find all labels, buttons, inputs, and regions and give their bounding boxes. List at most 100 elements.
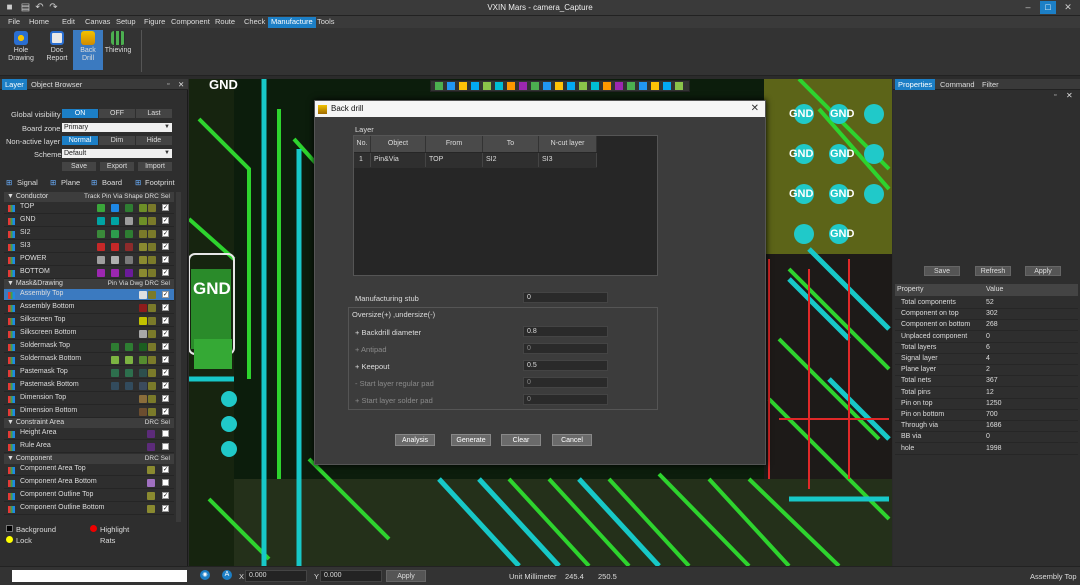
layer-select-checkbox[interactable]: ✓ bbox=[162, 330, 169, 338]
drc-color[interactable] bbox=[148, 317, 156, 326]
layer-row-soldermask-bottom[interactable]: Soldermask Bottom ✓ bbox=[4, 354, 174, 366]
layer-element-color[interactable] bbox=[125, 368, 133, 377]
layer-select-checkbox[interactable]: ✓ bbox=[162, 291, 169, 299]
category-plane[interactable]: Plane bbox=[61, 178, 80, 187]
layer-row-assembly-top[interactable]: Assembly Top ✓ bbox=[4, 289, 174, 302]
component-group-header[interactable]: ▼ Component DRC Sel bbox=[4, 454, 174, 465]
layer-color-icon[interactable] bbox=[8, 256, 15, 264]
layer-row-silkscreen-bottom[interactable]: Silkscreen Bottom ✓ bbox=[4, 328, 174, 341]
tool-icon[interactable] bbox=[675, 82, 683, 90]
layer-element-color[interactable] bbox=[139, 394, 147, 403]
layer-element-color[interactable] bbox=[97, 255, 105, 264]
layer-row-power[interactable]: POWER ✓ bbox=[4, 254, 174, 266]
tab-properties[interactable]: Properties bbox=[895, 79, 936, 90]
visibility-off[interactable]: OFF bbox=[99, 109, 135, 118]
drc-color[interactable] bbox=[148, 330, 156, 339]
tool-icon[interactable] bbox=[663, 82, 671, 90]
menu-setup[interactable]: Setup bbox=[113, 17, 139, 28]
menu-manufacture[interactable]: Manufacture bbox=[268, 17, 316, 28]
layer-element-color[interactable] bbox=[125, 216, 133, 225]
visibility-last[interactable]: Last bbox=[136, 109, 172, 118]
layer-row-dimension-top[interactable]: Dimension Top ✓ bbox=[4, 393, 174, 405]
layer-color-icon[interactable] bbox=[8, 467, 15, 475]
layer-row-pastemask-top[interactable]: Pastemask Top ✓ bbox=[4, 367, 174, 379]
start-layer-regular-pad-input[interactable]: 0 bbox=[523, 377, 608, 388]
layer-element-color[interactable] bbox=[111, 343, 119, 351]
layer-row-pastemask-bottom[interactable]: Pastemask Bottom ✓ bbox=[4, 380, 174, 392]
panel-close-icon[interactable]: ✕ bbox=[1066, 91, 1073, 100]
tool-icon[interactable] bbox=[531, 82, 539, 90]
drc-color[interactable] bbox=[147, 504, 155, 513]
layer-select-checkbox[interactable]: ✓ bbox=[162, 216, 169, 224]
drc-color[interactable] bbox=[148, 394, 156, 403]
layer-element-color[interactable] bbox=[111, 204, 119, 212]
tool-icon[interactable] bbox=[615, 82, 623, 90]
tool-icon[interactable] bbox=[435, 82, 443, 90]
layer-row-silkscreen-top[interactable]: Silkscreen Top ✓ bbox=[4, 315, 174, 328]
drc-color[interactable] bbox=[148, 204, 156, 212]
layer-element-color[interactable] bbox=[111, 216, 119, 225]
layer-element-color[interactable] bbox=[111, 268, 119, 277]
layer-color-icon[interactable] bbox=[8, 217, 15, 225]
tool-icon[interactable] bbox=[651, 82, 659, 90]
layer-element-color[interactable] bbox=[111, 229, 119, 238]
tool-icon[interactable] bbox=[591, 82, 599, 90]
layer-element-color[interactable] bbox=[125, 204, 133, 212]
layer-element-color[interactable] bbox=[125, 242, 133, 251]
layer-row-assembly-bottom[interactable]: Assembly Bottom ✓ bbox=[4, 302, 174, 315]
drc-color[interactable] bbox=[148, 255, 156, 264]
tool-icon[interactable] bbox=[507, 82, 515, 90]
drc-color[interactable] bbox=[148, 216, 156, 225]
close-icon[interactable]: ✕ bbox=[1060, 1, 1076, 14]
non-active-hide[interactable]: Hide bbox=[136, 136, 172, 145]
drc-color[interactable] bbox=[148, 381, 156, 390]
tool-icon[interactable] bbox=[639, 82, 647, 90]
layer-element-color[interactable] bbox=[97, 268, 105, 277]
layer-element-color[interactable] bbox=[139, 343, 147, 351]
dialog-close-icon[interactable]: ✕ bbox=[751, 101, 759, 117]
layer-element-color[interactable] bbox=[97, 229, 105, 238]
menu-component[interactable]: Component bbox=[168, 17, 213, 28]
category-board[interactable]: Board bbox=[102, 178, 122, 187]
category-signal[interactable]: Signal bbox=[17, 178, 38, 187]
layer-color-icon[interactable] bbox=[8, 431, 15, 439]
tool-icon[interactable] bbox=[555, 82, 563, 90]
layer-select-checkbox[interactable]: ✓ bbox=[162, 407, 169, 415]
constraint-group-header[interactable]: ▼ Constraint Area DRC Sel bbox=[4, 418, 174, 429]
snap-icon[interactable]: ◉ bbox=[200, 570, 210, 580]
generate-button[interactable]: Generate bbox=[451, 434, 491, 446]
layer-element-color[interactable] bbox=[111, 242, 119, 251]
layer-element-color[interactable] bbox=[139, 355, 147, 364]
layer-row-component-area-top[interactable]: Component Area Top ✓ bbox=[4, 464, 174, 477]
x-coordinate-input[interactable]: 0.000 bbox=[245, 570, 307, 582]
layer-element-color[interactable] bbox=[139, 368, 147, 377]
drc-color[interactable] bbox=[147, 443, 155, 452]
layer-element-color[interactable] bbox=[125, 268, 133, 277]
layer-select-checkbox[interactable]: ✓ bbox=[162, 268, 169, 276]
layer-row-gnd[interactable]: GND ✓ bbox=[4, 215, 174, 227]
drc-color[interactable] bbox=[148, 229, 156, 238]
drc-color[interactable] bbox=[148, 268, 156, 277]
layer-select-checkbox[interactable] bbox=[162, 443, 169, 451]
float-icon[interactable]: ▫ bbox=[1054, 92, 1056, 99]
tab-object-browser[interactable]: Object Browser bbox=[28, 79, 85, 90]
tool-icon[interactable] bbox=[603, 82, 611, 90]
layer-element-color[interactable] bbox=[111, 381, 119, 390]
layer-select-checkbox[interactable]: ✓ bbox=[162, 255, 169, 263]
coordinate-apply-button[interactable]: Apply bbox=[386, 570, 426, 582]
layer-select-checkbox[interactable]: ✓ bbox=[162, 381, 169, 389]
layer-select-checkbox[interactable] bbox=[162, 430, 169, 438]
scheme-save-button[interactable]: Save bbox=[62, 162, 96, 171]
properties-save-button[interactable]: Save bbox=[924, 266, 960, 276]
drc-color[interactable] bbox=[148, 368, 156, 377]
conductor-group-header[interactable]: ▼ Conductor Track Pin Via Shape DRC Sel bbox=[4, 192, 174, 202]
clear-button[interactable]: Clear bbox=[501, 434, 541, 446]
layer-element-color[interactable] bbox=[125, 229, 133, 238]
backdrill-diameter-input[interactable]: 0.8 bbox=[523, 326, 608, 337]
layer-element-color[interactable] bbox=[139, 317, 147, 326]
properties-apply-button[interactable]: Apply bbox=[1025, 266, 1061, 276]
layer-color-icon[interactable] bbox=[8, 505, 15, 513]
layer-color-icon[interactable] bbox=[8, 331, 15, 339]
category-footprint[interactable]: Footprint bbox=[145, 178, 175, 187]
layer-color-icon[interactable] bbox=[8, 305, 15, 313]
